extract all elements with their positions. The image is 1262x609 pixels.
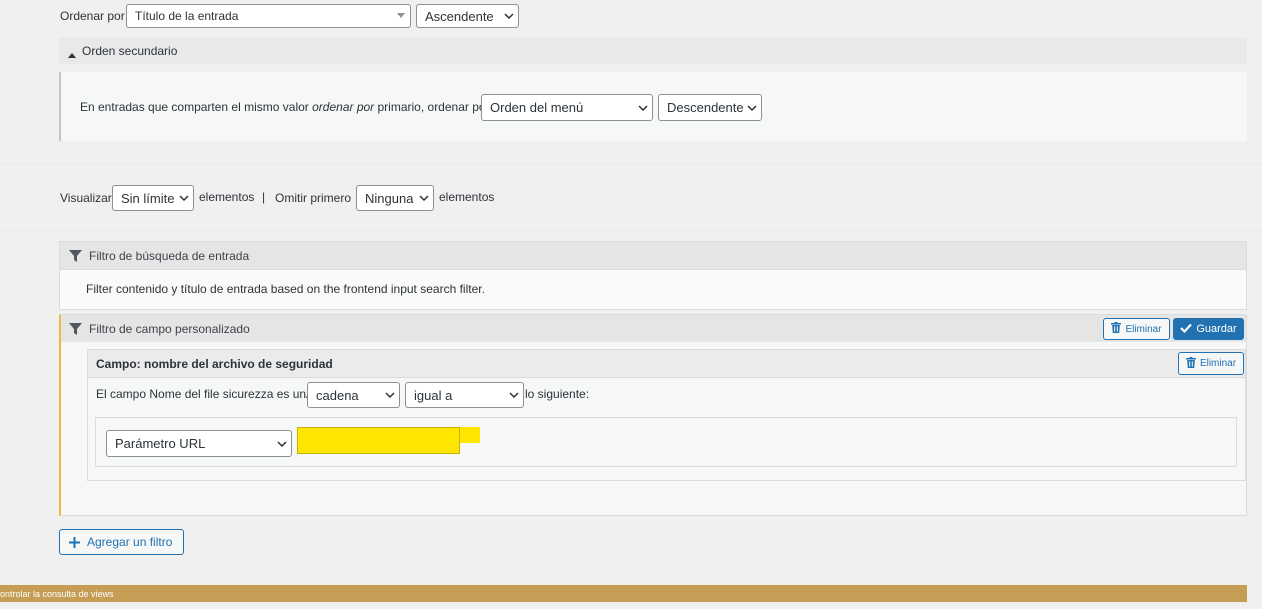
chevron-down-icon [500, 13, 518, 19]
caret-down-icon [392, 13, 410, 19]
secondary-sort-order-select[interactable]: Descendente [658, 94, 762, 121]
section-divider [0, 163, 1262, 164]
chevron-down-icon [273, 440, 291, 447]
sort-field-value: Título de la entrada [135, 9, 239, 23]
limits-separator: | [262, 190, 266, 204]
search-filter-header: Filtro de búsqueda de entrada [60, 242, 1246, 270]
skip-label: Omitir primero [275, 191, 352, 205]
search-filter-description: Filter contenido y título de entrada bas… [86, 282, 485, 296]
sort-order-select[interactable]: Ascendente [416, 4, 519, 28]
custom-field-filter-header: Filtro de campo personalizado [61, 315, 1246, 342]
items-label-2: elementos [439, 190, 495, 204]
show-label: Visualizar [60, 191, 112, 205]
chevron-down-icon [415, 195, 433, 201]
secondary-sort-text-italic: ordenar por [312, 100, 375, 114]
secondary-sort-order-value: Descendente [667, 100, 743, 115]
show-limit-select[interactable]: Sin límite [112, 185, 194, 211]
secondary-sort-panel: En entradas que comparten el mismo valor… [59, 72, 1247, 141]
search-filter-title: Filtro de búsqueda de entrada [89, 249, 250, 263]
checkmark-icon [1180, 323, 1193, 336]
secondary-sort-description: En entradas que comparten el mismo valor… [80, 101, 490, 113]
secondary-sort-text-after: primario, ordenar por [374, 100, 490, 114]
help-bar-text: ontrolar la consulta de views [0, 589, 114, 599]
field-type-select[interactable]: cadena [307, 382, 400, 408]
chevron-down-icon [175, 195, 193, 201]
field-condition-title: Campo: nombre del archivo de seguridad [96, 357, 333, 371]
field-type-value: cadena [316, 387, 359, 403]
add-filter-label: Agregar un filtro [87, 535, 173, 549]
delete-field-button[interactable]: Eliminar [1178, 352, 1244, 375]
skip-first-select[interactable]: Ninguna [356, 185, 434, 211]
secondary-sort-header[interactable]: Orden secundario [59, 38, 1247, 64]
chevron-down-icon [743, 104, 761, 111]
search-filter-box: Filtro de búsqueda de entrada Filter con… [59, 241, 1247, 310]
delete-field-label: Eliminar [1199, 358, 1237, 369]
chevron-down-icon [381, 392, 399, 398]
filter-icon [69, 250, 82, 265]
value-source-select[interactable]: Parámetro URL [106, 430, 292, 457]
chevron-down-icon [505, 392, 523, 398]
condition-text-before: El campo Nome del file sicurezza es un/a [96, 387, 317, 401]
sort-order-value: Ascendente [425, 8, 494, 24]
custom-field-filter-title: Filtro de campo personalizado [89, 322, 250, 336]
save-filter-button[interactable]: Guardar [1173, 318, 1244, 340]
delete-filter-button[interactable]: Eliminar [1103, 318, 1170, 340]
secondary-sort-field-value: Orden del menú [490, 100, 584, 115]
field-condition-header: Campo: nombre del archivo de seguridad [88, 350, 1245, 378]
secondary-sort-field-select[interactable]: Orden del menú [481, 94, 653, 121]
comparison-select[interactable]: igual a [405, 382, 524, 408]
secondary-sort-toggle-label: Orden secundario [82, 44, 178, 58]
value-source-value: Parámetro URL [115, 436, 206, 451]
items-label-1: elementos [199, 190, 255, 204]
condition-text-after: lo siguiente: [525, 387, 590, 401]
sort-label: Ordenar por [60, 9, 125, 23]
trash-icon [1185, 356, 1196, 371]
section-divider [0, 230, 1262, 231]
sort-field-select[interactable]: Título de la entrada [126, 4, 411, 28]
skip-first-value: Ninguna [365, 190, 414, 206]
trash-icon [1111, 322, 1122, 336]
comparison-value: igual a [414, 387, 453, 403]
help-bar: ontrolar la consulta de views [0, 585, 1247, 602]
save-filter-label: Guardar [1196, 323, 1237, 335]
show-limit-value: Sin límite [121, 190, 175, 206]
add-filter-button[interactable]: Agregar un filtro [59, 529, 184, 555]
highlight-mark [460, 427, 480, 443]
chevron-down-icon [634, 104, 652, 111]
triangle-up-icon [68, 47, 76, 61]
plus-icon [69, 536, 80, 548]
secondary-sort-text-before: En entradas que comparten el mismo valor [80, 100, 313, 114]
panel-left-border [59, 72, 61, 141]
filter-icon [69, 323, 82, 338]
url-param-input[interactable] [297, 427, 460, 454]
delete-filter-label: Eliminar [1125, 323, 1162, 335]
